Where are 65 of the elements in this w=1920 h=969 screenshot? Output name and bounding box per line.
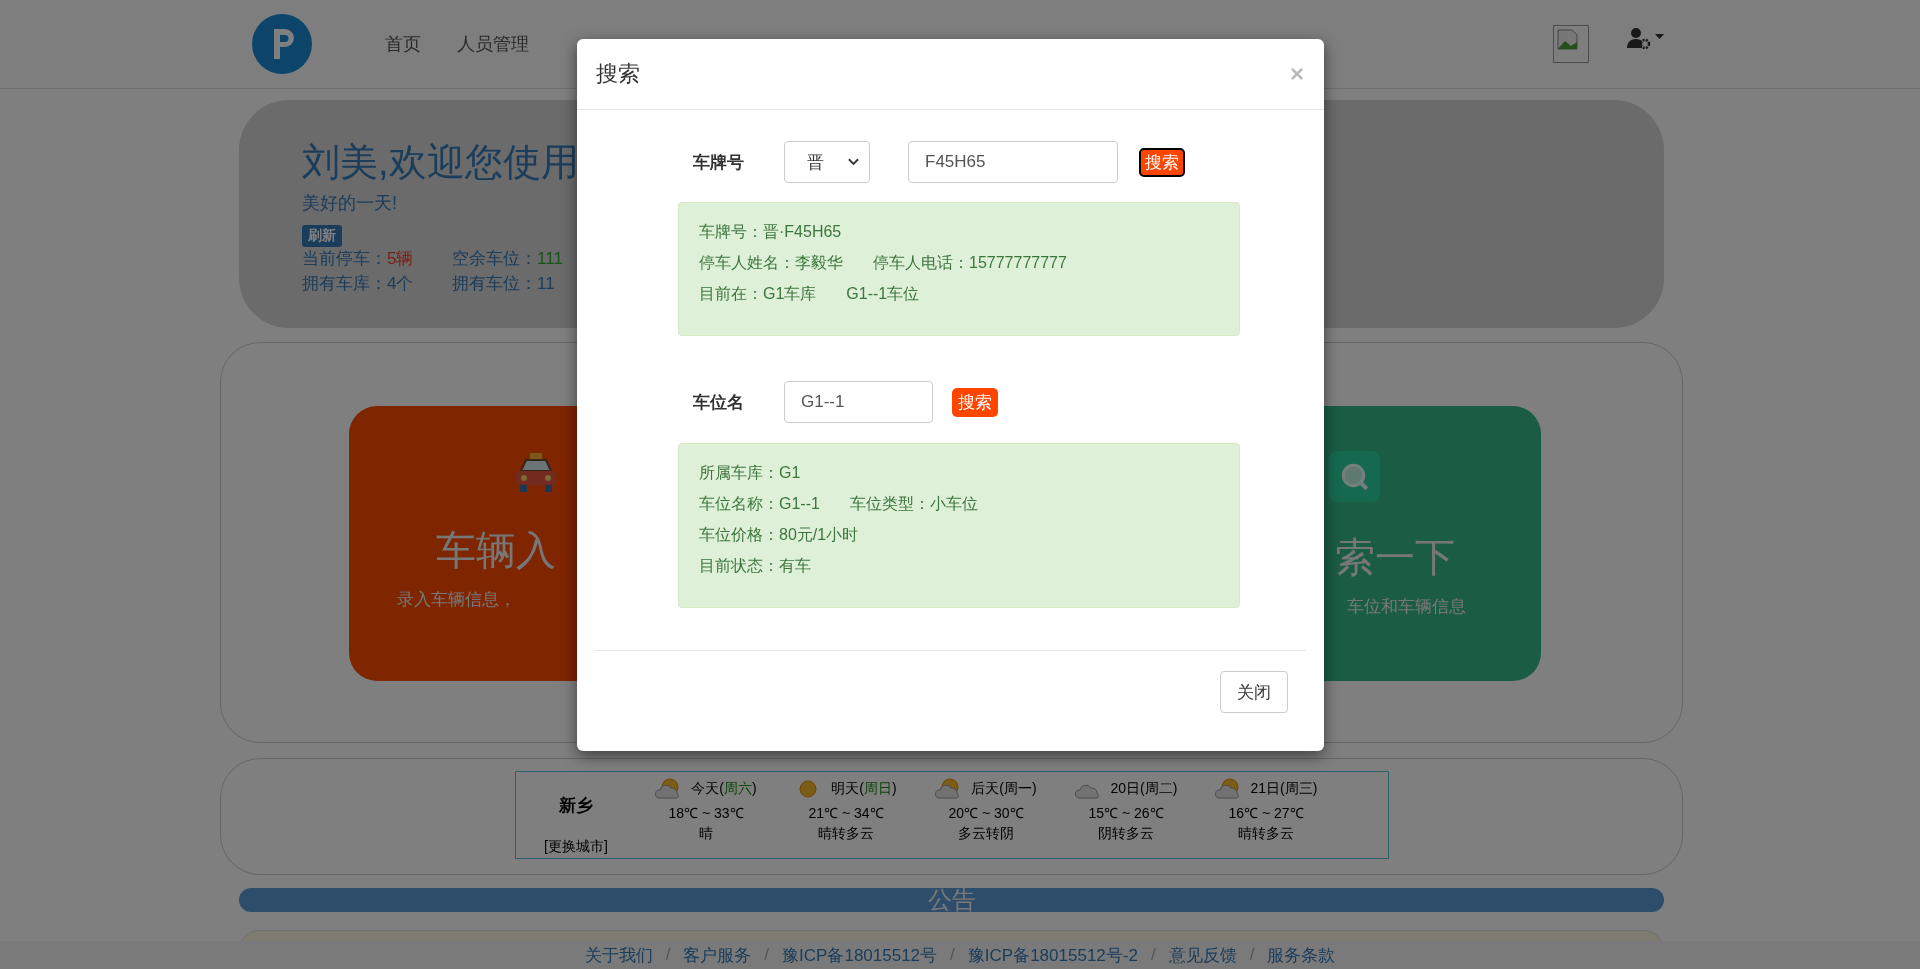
dialog-title: 搜索 bbox=[596, 60, 640, 88]
separator: / bbox=[1150, 945, 1156, 965]
result-text: 停车人姓名：李毅华 bbox=[699, 253, 843, 273]
separator: / bbox=[764, 945, 770, 965]
result-text: 目前在：G1车库 bbox=[699, 284, 817, 304]
feature-description: 录入车辆信息， bbox=[397, 589, 516, 611]
broken-image-icon bbox=[1553, 25, 1589, 63]
separator: / bbox=[950, 945, 955, 965]
feature-title: 索一下 bbox=[1335, 534, 1455, 581]
forecast-day: 20日(周二) bbox=[1110, 780, 1178, 798]
stat-text: 拥有车库：4个 bbox=[302, 273, 415, 295]
welcome-subtitle: 美好的一天! bbox=[302, 192, 398, 215]
user-settings-icon[interactable] bbox=[1627, 27, 1665, 49]
forecast-day: 明天(周日) bbox=[831, 780, 897, 798]
change-city-link[interactable]: [更换城市] bbox=[544, 838, 608, 856]
weather-condition: 晴转多云 bbox=[818, 825, 874, 843]
temperature-range: 18℃ ~ 33℃ bbox=[668, 804, 744, 822]
parking-logo-icon[interactable] bbox=[252, 14, 312, 74]
forecast-day: 今天(周六) bbox=[691, 780, 757, 798]
nav-link[interactable]: 人员管理 bbox=[457, 32, 529, 56]
stat-text: 空余车位：111 bbox=[452, 248, 564, 270]
field-label: 车牌号 bbox=[693, 151, 745, 174]
footer-link[interactable]: 服务条款 bbox=[1267, 943, 1336, 967]
feature-title: 车辆入 bbox=[436, 527, 556, 574]
footer-link[interactable]: 豫ICP备18015512号-2 bbox=[967, 943, 1138, 967]
province-select[interactable]: 晋 bbox=[784, 141, 870, 183]
result-text: 停车人电话：15777777777 bbox=[873, 253, 1067, 273]
footer-link[interactable]: 豫ICP备18015512号 bbox=[782, 943, 938, 967]
separator: / bbox=[1249, 945, 1255, 965]
search-button[interactable]: 搜索 bbox=[1139, 147, 1185, 177]
notice-title: 公告 bbox=[927, 886, 976, 913]
close-dialog-button[interactable]: 关闭 bbox=[1220, 671, 1288, 713]
nav-link[interactable]: 首页 bbox=[385, 32, 421, 56]
close-button[interactable]: × bbox=[1290, 60, 1304, 88]
footer-link[interactable]: 意见反馈 bbox=[1168, 943, 1237, 967]
welcome-title: 刘美,欢迎您使用 bbox=[302, 140, 579, 185]
result-text: 车位类型：小车位 bbox=[849, 494, 978, 514]
forecast-day: 后天(周一) bbox=[971, 780, 1037, 798]
result-text: G1--1车位 bbox=[846, 284, 920, 304]
refresh-button[interactable]: 刷新 bbox=[302, 225, 342, 247]
separator: / bbox=[665, 945, 671, 965]
weather-condition: 多云转阴 bbox=[958, 825, 1014, 843]
footer-link[interactable]: 客户服务 bbox=[683, 943, 752, 967]
search-button[interactable]: 搜索 bbox=[952, 387, 998, 417]
sun-cloud-icon bbox=[1214, 778, 1241, 800]
search-icon bbox=[1329, 451, 1380, 502]
footer-link[interactable]: 关于我们 bbox=[584, 943, 653, 967]
city-name: 新乡 bbox=[559, 795, 593, 817]
result-text: 车牌号：晋·F45H65 bbox=[699, 222, 842, 242]
forecast-day: 21日(周三) bbox=[1250, 780, 1318, 798]
weather-condition: 晴 bbox=[699, 825, 713, 843]
temperature-range: 15℃ ~ 26℃ bbox=[1088, 804, 1164, 822]
weather-condition: 阴转多云 bbox=[1098, 825, 1154, 843]
temperature-range: 21℃ ~ 34℃ bbox=[808, 804, 884, 822]
temperature-range: 20℃ ~ 30℃ bbox=[948, 804, 1024, 822]
feature-description: 车位和车辆信息 bbox=[1347, 596, 1466, 618]
chevron-down-icon bbox=[848, 158, 859, 166]
stat-text: 拥有车位：11 bbox=[452, 273, 556, 295]
sun-cloud-icon bbox=[935, 778, 962, 800]
stat-text: 当前停车：5辆 bbox=[302, 248, 415, 270]
temperature-range: 16℃ ~ 27℃ bbox=[1228, 804, 1304, 822]
space-input[interactable]: G1--1 bbox=[784, 381, 933, 423]
plate-input[interactable]: F45H65 bbox=[908, 141, 1118, 183]
sun-cloud-icon bbox=[655, 778, 682, 800]
weather-condition: 晴转多云 bbox=[1238, 825, 1294, 843]
